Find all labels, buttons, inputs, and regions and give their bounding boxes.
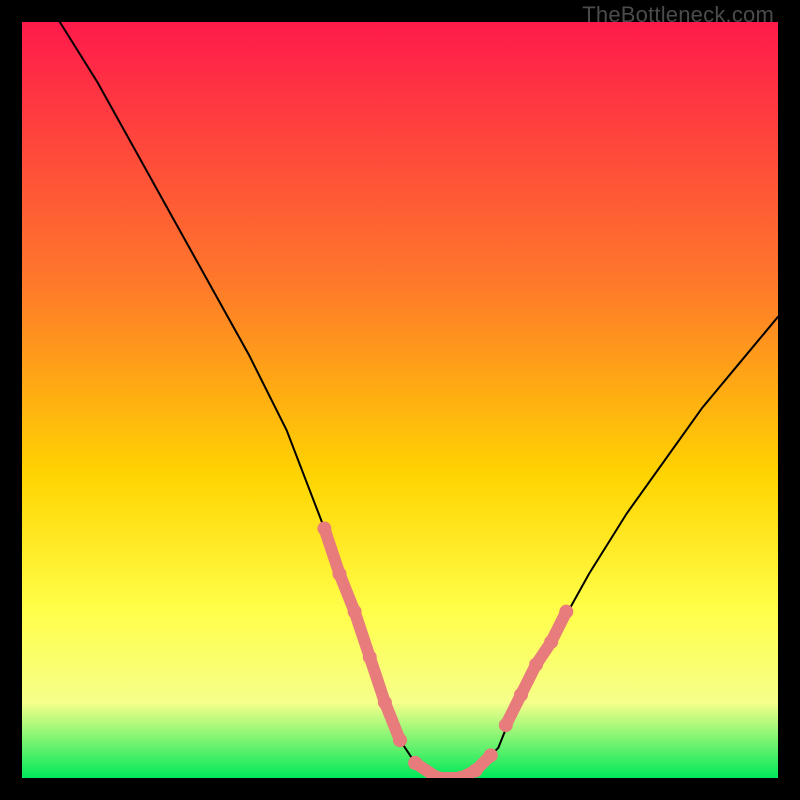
marker-dot [333, 567, 347, 581]
marker-dot [363, 650, 377, 664]
marker-dot [469, 763, 483, 777]
marker-dot [499, 718, 513, 732]
gradient-background [22, 22, 778, 778]
marker-dot [544, 635, 558, 649]
marker-dot [348, 605, 362, 619]
marker-dot [529, 658, 543, 672]
marker-dot [393, 733, 407, 747]
marker-dot [378, 695, 392, 709]
marker-dot [514, 688, 528, 702]
marker-dot [559, 605, 573, 619]
chart-frame [22, 22, 778, 778]
marker-dot [484, 748, 498, 762]
bottleneck-chart [22, 22, 778, 778]
marker-dot [317, 522, 331, 536]
marker-dot [408, 756, 422, 770]
